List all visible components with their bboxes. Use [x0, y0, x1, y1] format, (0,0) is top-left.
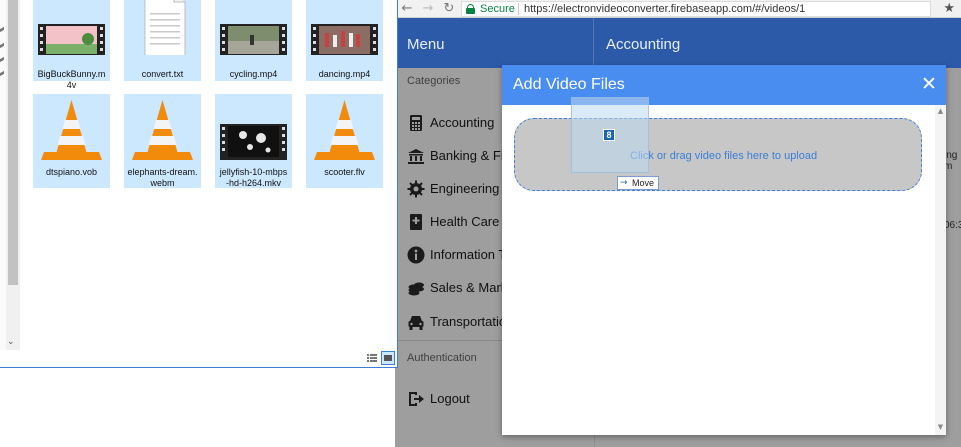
move-tooltip: → Move	[617, 176, 659, 190]
dialog-header: Add Video Files ✕	[502, 65, 946, 105]
pin-icon	[0, 70, 4, 77]
page-title: Accounting	[606, 36, 681, 53]
logout-icon	[409, 392, 424, 406]
menu-title: Menu	[407, 36, 445, 53]
sidebar-item-label: Banking & Fir	[430, 148, 509, 163]
close-icon[interactable]: ✕	[920, 74, 938, 94]
details-view-icon[interactable]	[365, 351, 379, 365]
url-field[interactable]: Secure https://electronvideoconverter.fi…	[461, 1, 931, 17]
scroll-down-icon[interactable]: ▼	[936, 423, 945, 431]
sidebar-item-label: Transportation	[430, 314, 514, 329]
file-name-line: scooter.flv	[324, 167, 365, 177]
app-header: Menu Accounting	[395, 18, 961, 68]
auth-heading: Authentication	[407, 352, 477, 364]
categories-heading: Categories	[407, 75, 461, 87]
file-name-line: webm	[150, 178, 175, 188]
file-name-line: 4v	[66, 80, 77, 90]
pin-icon	[0, 42, 4, 49]
file-name-line: -hd-h264.mkv	[225, 178, 282, 188]
scroll-down-icon[interactable]: ⌄	[7, 337, 15, 347]
sidebar-item-label: Sales & Mark	[430, 280, 508, 295]
file-name-line: jellyfish-10-mbps	[219, 167, 288, 177]
pin-icon	[0, 56, 4, 63]
car-icon	[408, 316, 424, 330]
file-item-bigbuckbunny[interactable]: BigBuckBunny.m 4v	[33, 0, 110, 90]
logout-label: Logout	[430, 391, 470, 406]
dialog-scrollbar[interactable]: ▲ ▼	[935, 105, 946, 435]
vlc-cone-icon	[41, 100, 102, 160]
add-video-files-dialog: Add Video Files ✕ ▲ ▼ Click or drag vide…	[502, 65, 946, 435]
reload-button[interactable]: ↻	[441, 1, 457, 17]
file-item-dancing[interactable]: dancing.mp4	[306, 0, 383, 81]
file-name-line: BigBuckBunny.m	[37, 69, 106, 79]
sidebar-item-label: Information Te	[430, 247, 513, 262]
content-peek-text: ing m	[944, 150, 958, 172]
back-button[interactable]: ←	[399, 1, 415, 17]
content-peek-time: 06:3	[944, 220, 961, 231]
file-item-convert-txt[interactable]: convert.txt	[124, 0, 201, 81]
lock-icon-body	[466, 8, 475, 14]
dialog-title: Add Video Files	[513, 76, 625, 93]
move-label: Move	[632, 178, 655, 188]
url-separator	[518, 3, 519, 15]
file-name-line: cycling.mp4	[229, 69, 278, 79]
drag-count-badge: 8	[603, 129, 615, 141]
large-icons-view-icon[interactable]	[381, 351, 395, 365]
header-divider	[593, 18, 594, 68]
vlc-cone-icon	[314, 100, 375, 160]
reload-icon: ↻	[443, 1, 455, 16]
url-text: https://electronvideoconverter.firebasea…	[524, 3, 806, 15]
file-item-dtspiano[interactable]: dtspiano.vob	[33, 94, 110, 188]
file-name-line: dancing.mp4	[318, 69, 371, 79]
forward-button[interactable]: →	[420, 1, 436, 17]
scroll-up-icon[interactable]: ▲	[936, 107, 945, 115]
bookmark-star-icon[interactable]: ★	[943, 0, 955, 17]
sidebar-item-label: Engineering	[430, 181, 500, 196]
file-explorer-window: ⌄ BigBuckBunny.m 4v convert.txt cycling.…	[0, 0, 398, 368]
view-mode-switcher	[364, 350, 398, 366]
file-item-elephants-dream[interactable]: elephants-dream. webm	[124, 94, 201, 188]
file-name-line: convert.txt	[141, 69, 184, 79]
info-icon	[407, 246, 425, 264]
dropzone-text: Click or drag video files here to upload	[630, 150, 818, 162]
file-name-line: dtspiano.vob	[45, 167, 98, 177]
file-item-scooter[interactable]: scooter.flv	[306, 94, 383, 188]
file-name-line: elephants-dream.	[127, 167, 198, 177]
calculator-icon	[410, 115, 422, 131]
address-bar: ← → ↻ Secure https://electronvideoconver…	[395, 0, 961, 18]
sidebar-item-label: Health Care	[430, 214, 500, 229]
file-item-jellyfish[interactable]: jellyfish-10-mbps -hd-h264.mkv	[215, 94, 292, 188]
secure-label: Secure	[480, 3, 515, 15]
file-item-cycling[interactable]: cycling.mp4	[215, 0, 292, 81]
video-file-icon	[311, 24, 378, 55]
back-arrow-icon: ←	[401, 1, 413, 16]
pin-icon	[0, 26, 4, 33]
sidebar-item-label: Accounting	[430, 115, 495, 130]
video-file-icon	[38, 24, 105, 55]
text-file-icon	[144, 0, 186, 55]
explorer-scrollbar[interactable]: ⌄	[6, 0, 20, 350]
video-file-icon	[220, 24, 287, 55]
forward-arrow-icon: →	[422, 1, 434, 16]
vlc-cone-icon	[132, 100, 193, 160]
move-arrow-icon: →	[620, 178, 628, 188]
bank-icon	[408, 149, 424, 164]
gear-icon	[407, 180, 425, 198]
medical-book-icon	[410, 214, 422, 230]
video-file-icon	[220, 124, 287, 160]
scrollbar-thumb[interactable]	[8, 0, 18, 285]
coins-icon	[408, 282, 424, 296]
